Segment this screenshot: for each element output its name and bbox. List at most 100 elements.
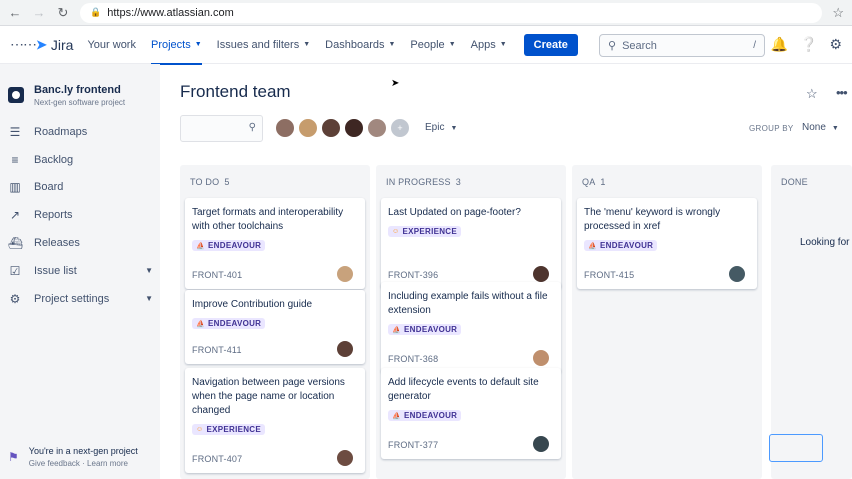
sidebar-item-board[interactable]: ▥ Board [8,174,153,202]
column-name: IN PROGRESS [386,177,451,187]
member-avatar[interactable] [297,117,319,139]
address-bar[interactable]: 🔒 https://www.atlassian.com [80,2,823,23]
chevron-down-icon: ▼ [194,41,202,48]
reload-icon[interactable]: ↻ [56,5,70,21]
sidebar-item-project-settings[interactable]: ⚙ Project settings ▼ [8,285,153,313]
jira-logo[interactable]: ➤ Jira [36,37,73,53]
search-icon: ⚲ [608,40,617,52]
chevron-down-icon[interactable]: ▼ [145,266,153,275]
board-search-input[interactable]: ⚲ [180,115,263,142]
add-member-icon[interactable]: + [389,117,411,139]
ship-icon: ⛵ [392,412,402,420]
board-column-done: DONE [771,165,852,479]
epic-tag-label: ENDEAVOUR [404,325,458,334]
project-type: Next-gen software project [34,98,126,107]
next-gen-folder-icon: ⚑ [8,450,19,464]
nav-item-issues-and-filters[interactable]: Issues and filters ▼ [217,26,310,64]
chevron-down-icon[interactable]: ▼ [145,294,153,303]
url-text: https://www.atlassian.com [107,6,234,19]
card-title: Add lifecycle events to default site gen… [388,377,539,402]
group-by-value: None [802,122,826,133]
app-switcher-icon[interactable]: ⋯⋯ [10,36,37,53]
sidebar-item-label: Board [34,181,64,194]
sidebar-item-reports[interactable]: ↗ Reports [8,201,153,229]
ship-icon: ⛵ [588,242,598,250]
sidebar-item-label: Releases [34,237,80,250]
epic-tag: ⛵ ENDEAVOUR [388,324,462,335]
member-avatar[interactable] [343,117,365,139]
issue-card[interactable]: Add lifecycle events to default site gen… [381,368,561,459]
group-by-dropdown[interactable]: None ▼ [802,122,839,133]
nav-item-apps[interactable]: Apps ▼ [471,26,507,64]
issue-card[interactable]: Improve Contribution guide ⛵ ENDEAVOUR FRON… [185,290,365,364]
epic-filter-dropdown[interactable]: Epic ▼ [425,122,457,133]
assignee-avatar[interactable] [337,450,353,466]
issue-key: FRONT-368 [388,354,439,364]
nav-item-label: Your work [87,38,136,51]
drag-placeholder [769,434,823,462]
assignee-avatar[interactable] [729,266,745,282]
issue-card[interactable]: Navigation between page versions when th… [185,368,365,473]
epic-tag: ⛵ ENDEAVOUR [192,318,266,329]
create-button[interactable]: Create [523,33,578,56]
search-input[interactable]: ⚲ Search / [599,34,765,57]
sidebar-item-backlog[interactable]: ≡ Backlog [8,146,153,174]
settings-gear-icon[interactable]: ⚙ [829,36,842,53]
issue-card[interactable]: The 'menu' keyword is wrongly processed … [577,198,757,289]
issue-card[interactable]: Last Updated on page-footer? ☺ EXPERIENCE F… [381,198,561,289]
assignee-avatar[interactable] [533,350,549,366]
sidebar-item-label: Backlog [34,153,74,166]
assignee-avatar[interactable] [337,341,353,357]
epic-tag-label: ENDEAVOUR [600,241,654,250]
top-navigation: ⋯⋯ ➤ Jira Your work Projects ▼ Issues and f… [0,26,852,65]
bookmark-star-icon[interactable]: ☆ [832,5,844,21]
forward-arrow-icon[interactable]: → [32,5,46,20]
project-header[interactable]: Banc.ly frontend Next-gen software proje… [8,84,125,107]
column-header: IN PROGRESS 3 [386,177,461,187]
star-board-icon[interactable]: ☆ [806,86,818,102]
chevron-down-icon: ▼ [499,41,507,48]
search-placeholder: Search [622,39,657,52]
issue-list-icon: ☑ [9,263,21,278]
assignee-avatar[interactable] [337,266,353,282]
nav-item-people[interactable]: People ▼ [410,26,455,64]
epic-tag: ☺ EXPERIENCE [192,424,266,435]
nav-item-your-work[interactable]: Your work [87,26,136,64]
done-empty-text: Looking for [800,237,850,248]
epic-tag: ⛵ ENDEAVOUR [192,240,266,251]
learn-more-link[interactable]: Learn more [87,459,128,468]
nav-item-label: People [410,38,445,51]
nav-item-label: Apps [470,38,496,51]
board-search-icon: ⚲ [248,122,256,133]
back-arrow-icon[interactable]: ← [8,5,22,20]
releases-icon: ⛴ [8,236,24,251]
nav-item-label: Projects [150,38,191,51]
member-avatar[interactable] [274,117,296,139]
nav-item-dashboards[interactable]: Dashboards ▼ [325,26,395,64]
epic-tag-label: ENDEAVOUR [404,411,458,420]
sidebar-item-issue-list[interactable]: ☑ Issue list ▼ [8,257,153,285]
sidebar-item-releases[interactable]: ⛴ Releases [8,229,153,257]
help-icon[interactable]: ❔ [800,36,817,53]
jira-logo-icon: ➤ [36,36,47,52]
give-feedback-link[interactable]: Give feedback [29,459,80,468]
issue-card[interactable]: Target formats and interoperability with… [185,198,365,289]
assignee-avatar[interactable] [533,266,549,282]
more-options-icon[interactable]: ••• [836,85,848,100]
sidebar-item-roadmaps[interactable]: ☰ Roadmaps [8,118,153,146]
column-name: DONE [781,177,808,187]
member-avatar[interactable] [320,117,342,139]
project-sidebar: Banc.ly frontend Next-gen software proje… [0,64,160,479]
backlog-icon: ≡ [11,152,19,167]
assignee-avatar[interactable] [533,436,549,452]
jira-logo-text: Jira [50,36,74,53]
member-avatar[interactable] [366,117,388,139]
board-column-in-progress: IN PROGRESS 3 Last Updated on page-footer?… [376,165,566,479]
search-shortcut: / [753,40,756,51]
footer-separator: · [82,459,85,468]
notifications-bell-icon[interactable]: 🔔 [771,36,788,53]
nav-item-projects[interactable]: Projects ▼ [150,26,202,65]
column-count: 5 [224,177,230,187]
issue-card[interactable]: Including example fails without a file e… [381,282,561,373]
column-header: TO DO 5 [190,177,230,187]
